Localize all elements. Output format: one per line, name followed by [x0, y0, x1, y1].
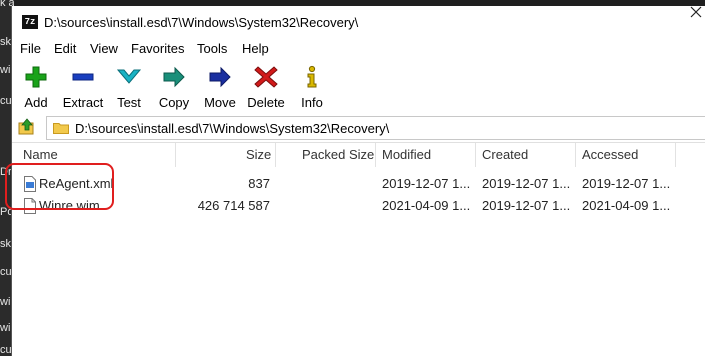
file-modified: 2021-04-09 1...	[382, 198, 471, 213]
menu-help[interactable]: Help	[242, 41, 269, 56]
move-label: Move	[204, 95, 236, 110]
file-list: Name Size Packed Size Modified Created A…	[12, 142, 705, 356]
menu-file[interactable]: File	[20, 41, 41, 56]
file-size: 837	[248, 176, 270, 191]
folder-up-icon[interactable]	[18, 118, 36, 136]
column-divider[interactable]	[375, 143, 376, 167]
add-button[interactable]: Add	[22, 65, 50, 111]
file-row-reagent[interactable]: ReAgent.xml 837 2019-12-07 1... 2019-12-…	[12, 173, 705, 195]
menu-edit[interactable]: Edit	[54, 41, 76, 56]
delete-label: Delete	[247, 95, 285, 110]
column-divider[interactable]	[275, 143, 276, 167]
extract-label: Extract	[62, 95, 104, 110]
column-divider[interactable]	[175, 143, 176, 167]
copy-button[interactable]: Copy	[156, 65, 192, 111]
extract-button[interactable]: Extract	[62, 65, 104, 111]
column-header-name[interactable]: Name	[23, 147, 58, 162]
archive-window: 7z D:\sources\install.esd\7\Windows\Syst…	[11, 6, 705, 356]
column-header-modified[interactable]: Modified	[382, 147, 431, 162]
screenshot-frame: { "background": { "fragments": ["k acces…	[0, 0, 705, 356]
path-input[interactable]: D:\sources\install.esd\7\Windows\System3…	[46, 116, 705, 140]
annotation-highlight	[5, 163, 114, 210]
copy-arrow-icon	[163, 66, 185, 88]
move-arrow-icon	[209, 66, 231, 88]
background-text: sk	[0, 36, 11, 48]
title-bar[interactable]: 7z D:\sources\install.esd\7\Windows\Syst…	[12, 6, 705, 38]
column-divider[interactable]	[575, 143, 576, 167]
menu-view[interactable]: View	[90, 41, 118, 56]
column-header-created[interactable]: Created	[482, 147, 528, 162]
test-button[interactable]: Test	[114, 65, 144, 111]
close-icon[interactable]	[688, 6, 704, 18]
background-text: cu	[0, 95, 12, 107]
file-created: 2019-12-07 1...	[482, 198, 571, 213]
info-label: Info	[301, 95, 323, 110]
menu-favorites[interactable]: Favorites	[131, 41, 184, 56]
file-row-winre[interactable]: Winre.wim 426 714 587 2021-04-09 1... 20…	[12, 195, 705, 217]
delete-button[interactable]: Delete	[246, 65, 286, 111]
address-bar: D:\sources\install.esd\7\Windows\System3…	[12, 116, 705, 140]
path-text: D:\sources\install.esd\7\Windows\System3…	[75, 121, 390, 136]
file-accessed: 2021-04-09 1...	[582, 198, 671, 213]
column-headers: Name Size Packed Size Modified Created A…	[12, 143, 705, 167]
file-size: 426 714 587	[197, 198, 270, 213]
background-text: sk	[0, 238, 11, 250]
column-header-accessed[interactable]: Accessed	[582, 147, 638, 162]
info-icon	[307, 65, 317, 88]
column-header-packed-size[interactable]: Packed Size	[302, 147, 374, 162]
delete-x-icon	[254, 66, 278, 88]
file-created: 2019-12-07 1...	[482, 176, 571, 191]
background-text: cu	[0, 266, 12, 278]
window-title: D:\sources\install.esd\7\Windows\System3…	[44, 15, 359, 30]
test-label: Test	[117, 95, 141, 110]
app-logo-icon: 7z	[22, 15, 38, 29]
menu-bar: File Edit View Favorites Tools Help	[12, 38, 705, 60]
file-accessed: 2019-12-07 1...	[582, 176, 671, 191]
plus-icon	[25, 66, 47, 88]
column-header-size[interactable]: Size	[246, 147, 271, 162]
check-icon	[116, 69, 142, 84]
column-divider[interactable]	[475, 143, 476, 167]
toolbar: Add Extract Test Copy Move Delete Info	[12, 61, 705, 113]
move-button[interactable]: Move	[201, 65, 239, 111]
copy-label: Copy	[158, 95, 190, 110]
add-label: Add	[24, 95, 48, 110]
info-button[interactable]: Info	[297, 65, 327, 111]
file-modified: 2019-12-07 1...	[382, 176, 471, 191]
background-text: wi	[0, 296, 11, 308]
background-text: wi	[0, 322, 11, 334]
column-divider[interactable]	[675, 143, 676, 167]
minus-icon	[72, 73, 94, 81]
background-text: cu	[0, 344, 12, 356]
background-text: wi	[0, 64, 11, 76]
menu-tools[interactable]: Tools	[197, 41, 227, 56]
folder-icon	[53, 123, 69, 134]
